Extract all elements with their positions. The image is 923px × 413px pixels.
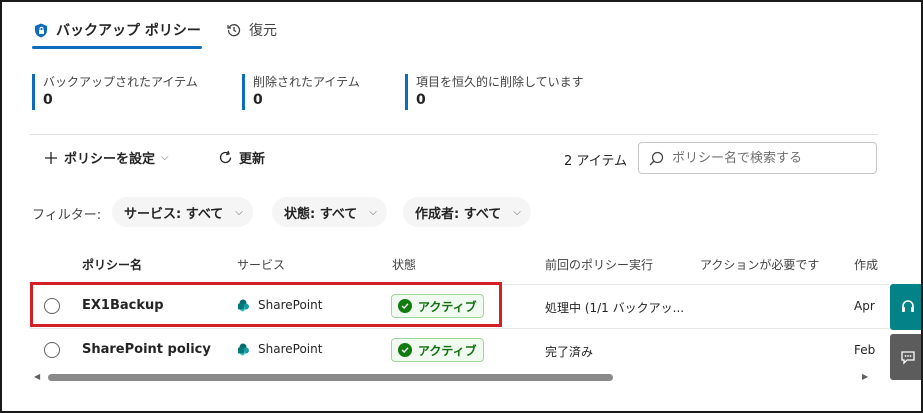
divider (30, 134, 878, 135)
backup-page: バックアップ ポリシー 復元 バックアップされたアイテム 0 削除されたアイテム… (0, 0, 923, 413)
stat-value: 0 (253, 92, 263, 108)
feedback-button[interactable] (890, 334, 921, 380)
plus-icon (44, 151, 58, 165)
chevron-down-icon: ⌵ (161, 152, 169, 163)
tab-backup-policy-label: バックアップ ポリシー (56, 23, 201, 39)
set-policy-label: ポリシーを設定 (64, 152, 156, 167)
feedback-icon (900, 349, 916, 365)
scrollbar-thumb[interactable] (48, 374, 613, 381)
column-header-policy-name[interactable]: ポリシー名 (82, 256, 142, 273)
column-header-action-required[interactable]: アクションが必要です (700, 256, 819, 273)
column-header-service[interactable]: サービス (237, 256, 285, 273)
chevron-down-icon: ⌵ (513, 206, 521, 218)
service-name: SharePoint (258, 342, 323, 356)
horizontal-scrollbar[interactable]: ◀ ▶ (30, 372, 876, 384)
highlight-box (30, 282, 502, 327)
help-button[interactable] (890, 284, 921, 330)
stat-value: 0 (43, 92, 53, 108)
refresh-icon (218, 150, 233, 165)
sharepoint-icon (237, 343, 250, 356)
status-badge: アクティブ (391, 338, 484, 362)
active-tab-indicator (32, 46, 202, 49)
row-select-radio[interactable] (44, 342, 60, 358)
scroll-right-arrow-icon[interactable]: ▶ (862, 372, 868, 381)
headset-icon (900, 299, 916, 315)
scroll-left-arrow-icon[interactable]: ◀ (34, 372, 40, 381)
service-cell: SharePoint (237, 342, 322, 356)
search-icon (649, 151, 664, 166)
filter-label: フィルター: (32, 208, 102, 223)
created-cell: Feb (854, 343, 876, 357)
last-run-cell: 処理中 (1/1 バックアッ... (545, 301, 685, 315)
history-icon (227, 23, 241, 37)
row-divider (30, 328, 890, 329)
tab-backup-policy[interactable]: バックアップ ポリシー (34, 20, 201, 40)
search-box[interactable] (638, 142, 877, 174)
filter-service-label: サービス: すべて (124, 206, 224, 222)
stat-label: 削除されたアイテム (253, 75, 360, 89)
stat-label: バックアップされたアイテム (43, 75, 198, 89)
search-input[interactable] (672, 150, 862, 166)
chevron-down-icon: ⌵ (235, 206, 243, 218)
check-circle-icon (398, 343, 412, 357)
shield-lock-icon (34, 23, 48, 38)
filter-creator-label: 作成者: すべて (415, 206, 502, 222)
refresh-label: 更新 (239, 152, 266, 167)
created-cell: Apr (854, 299, 875, 313)
set-policy-button[interactable]: ポリシーを設定 ⌵ (44, 148, 169, 167)
column-header-last-run[interactable]: 前回のポリシー実行 (545, 256, 653, 273)
tab-restore[interactable]: 復元 (227, 20, 277, 40)
column-header-status[interactable]: 状態 (392, 256, 416, 273)
refresh-button[interactable]: 更新 (218, 148, 265, 167)
filter-creator[interactable]: 作成者: すべて ⌵ (403, 197, 531, 227)
column-header-created[interactable]: 作成 (854, 256, 878, 273)
chevron-down-icon: ⌵ (369, 206, 377, 218)
filter-status[interactable]: 状態: すべて ⌵ (272, 197, 387, 227)
stat-backed-up-items: バックアップされたアイテム 0 (32, 74, 198, 110)
stat-label: 項目を恒久的に削除しています (416, 75, 584, 89)
stat-value: 0 (416, 92, 426, 108)
last-run-cell: 完了済み (545, 345, 594, 359)
stat-permanently-deleting: 項目を恒久的に削除しています 0 (405, 74, 584, 110)
tab-restore-label: 復元 (249, 23, 277, 39)
filter-service[interactable]: サービス: すべて ⌵ (112, 197, 253, 227)
stat-deleted-items: 削除されたアイテム 0 (242, 74, 360, 110)
policy-name[interactable]: SharePoint policy (82, 342, 211, 357)
status-label: アクティブ (418, 343, 477, 358)
filter-status-label: 状態: すべて (284, 206, 358, 222)
item-count: 2 アイテム (564, 154, 628, 169)
